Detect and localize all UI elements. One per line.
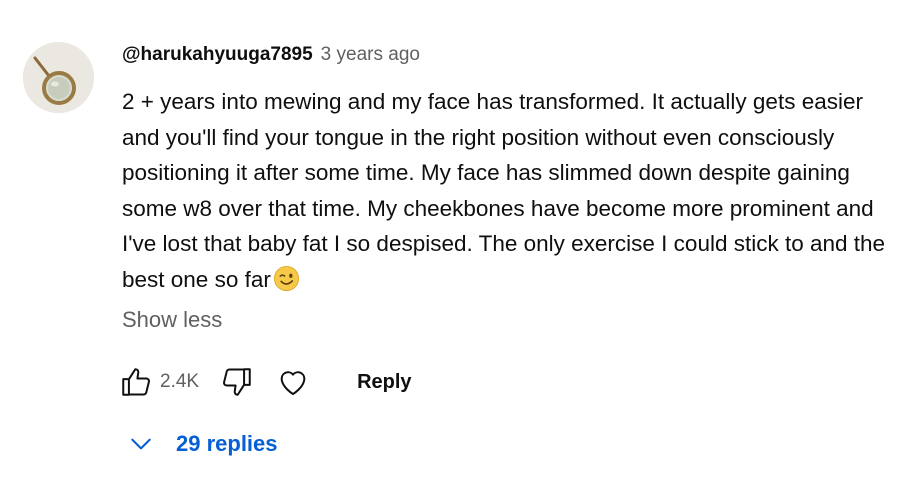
thumbs-up-icon: [122, 368, 150, 396]
like-count: 2.4K: [160, 371, 200, 392]
heart-button[interactable]: [273, 362, 313, 402]
dislike-button[interactable]: [217, 362, 257, 402]
show-less-button[interactable]: Show less: [122, 307, 222, 333]
like-button[interactable]: [116, 362, 156, 402]
avatar[interactable]: [23, 42, 94, 113]
comment-timestamp[interactable]: 3 years ago: [321, 44, 420, 66]
reply-button[interactable]: Reply: [357, 371, 411, 394]
comment-header: @harukahyuuga7895 3 years ago: [122, 44, 420, 74]
comment-actions: 2.4K Reply: [116, 362, 412, 402]
heart-icon: [280, 371, 306, 396]
author-name[interactable]: @harukahyuuga7895: [122, 44, 313, 66]
view-replies-button[interactable]: 29 replies: [126, 426, 278, 462]
magnifying-glass-icon: [23, 42, 94, 113]
comment-body: 2 + years into mewing and my face has tr…: [122, 84, 902, 297]
replies-count-label: 29 replies: [176, 431, 278, 456]
chevron-down-icon: [131, 438, 151, 450]
thumbs-down-icon: [223, 368, 251, 396]
comment-thread: @harukahyuuga7895 3 years ago 2 + years …: [0, 0, 918, 488]
winking-face-icon: [273, 265, 299, 291]
comment-text: 2 + years into mewing and my face has tr…: [122, 89, 886, 292]
